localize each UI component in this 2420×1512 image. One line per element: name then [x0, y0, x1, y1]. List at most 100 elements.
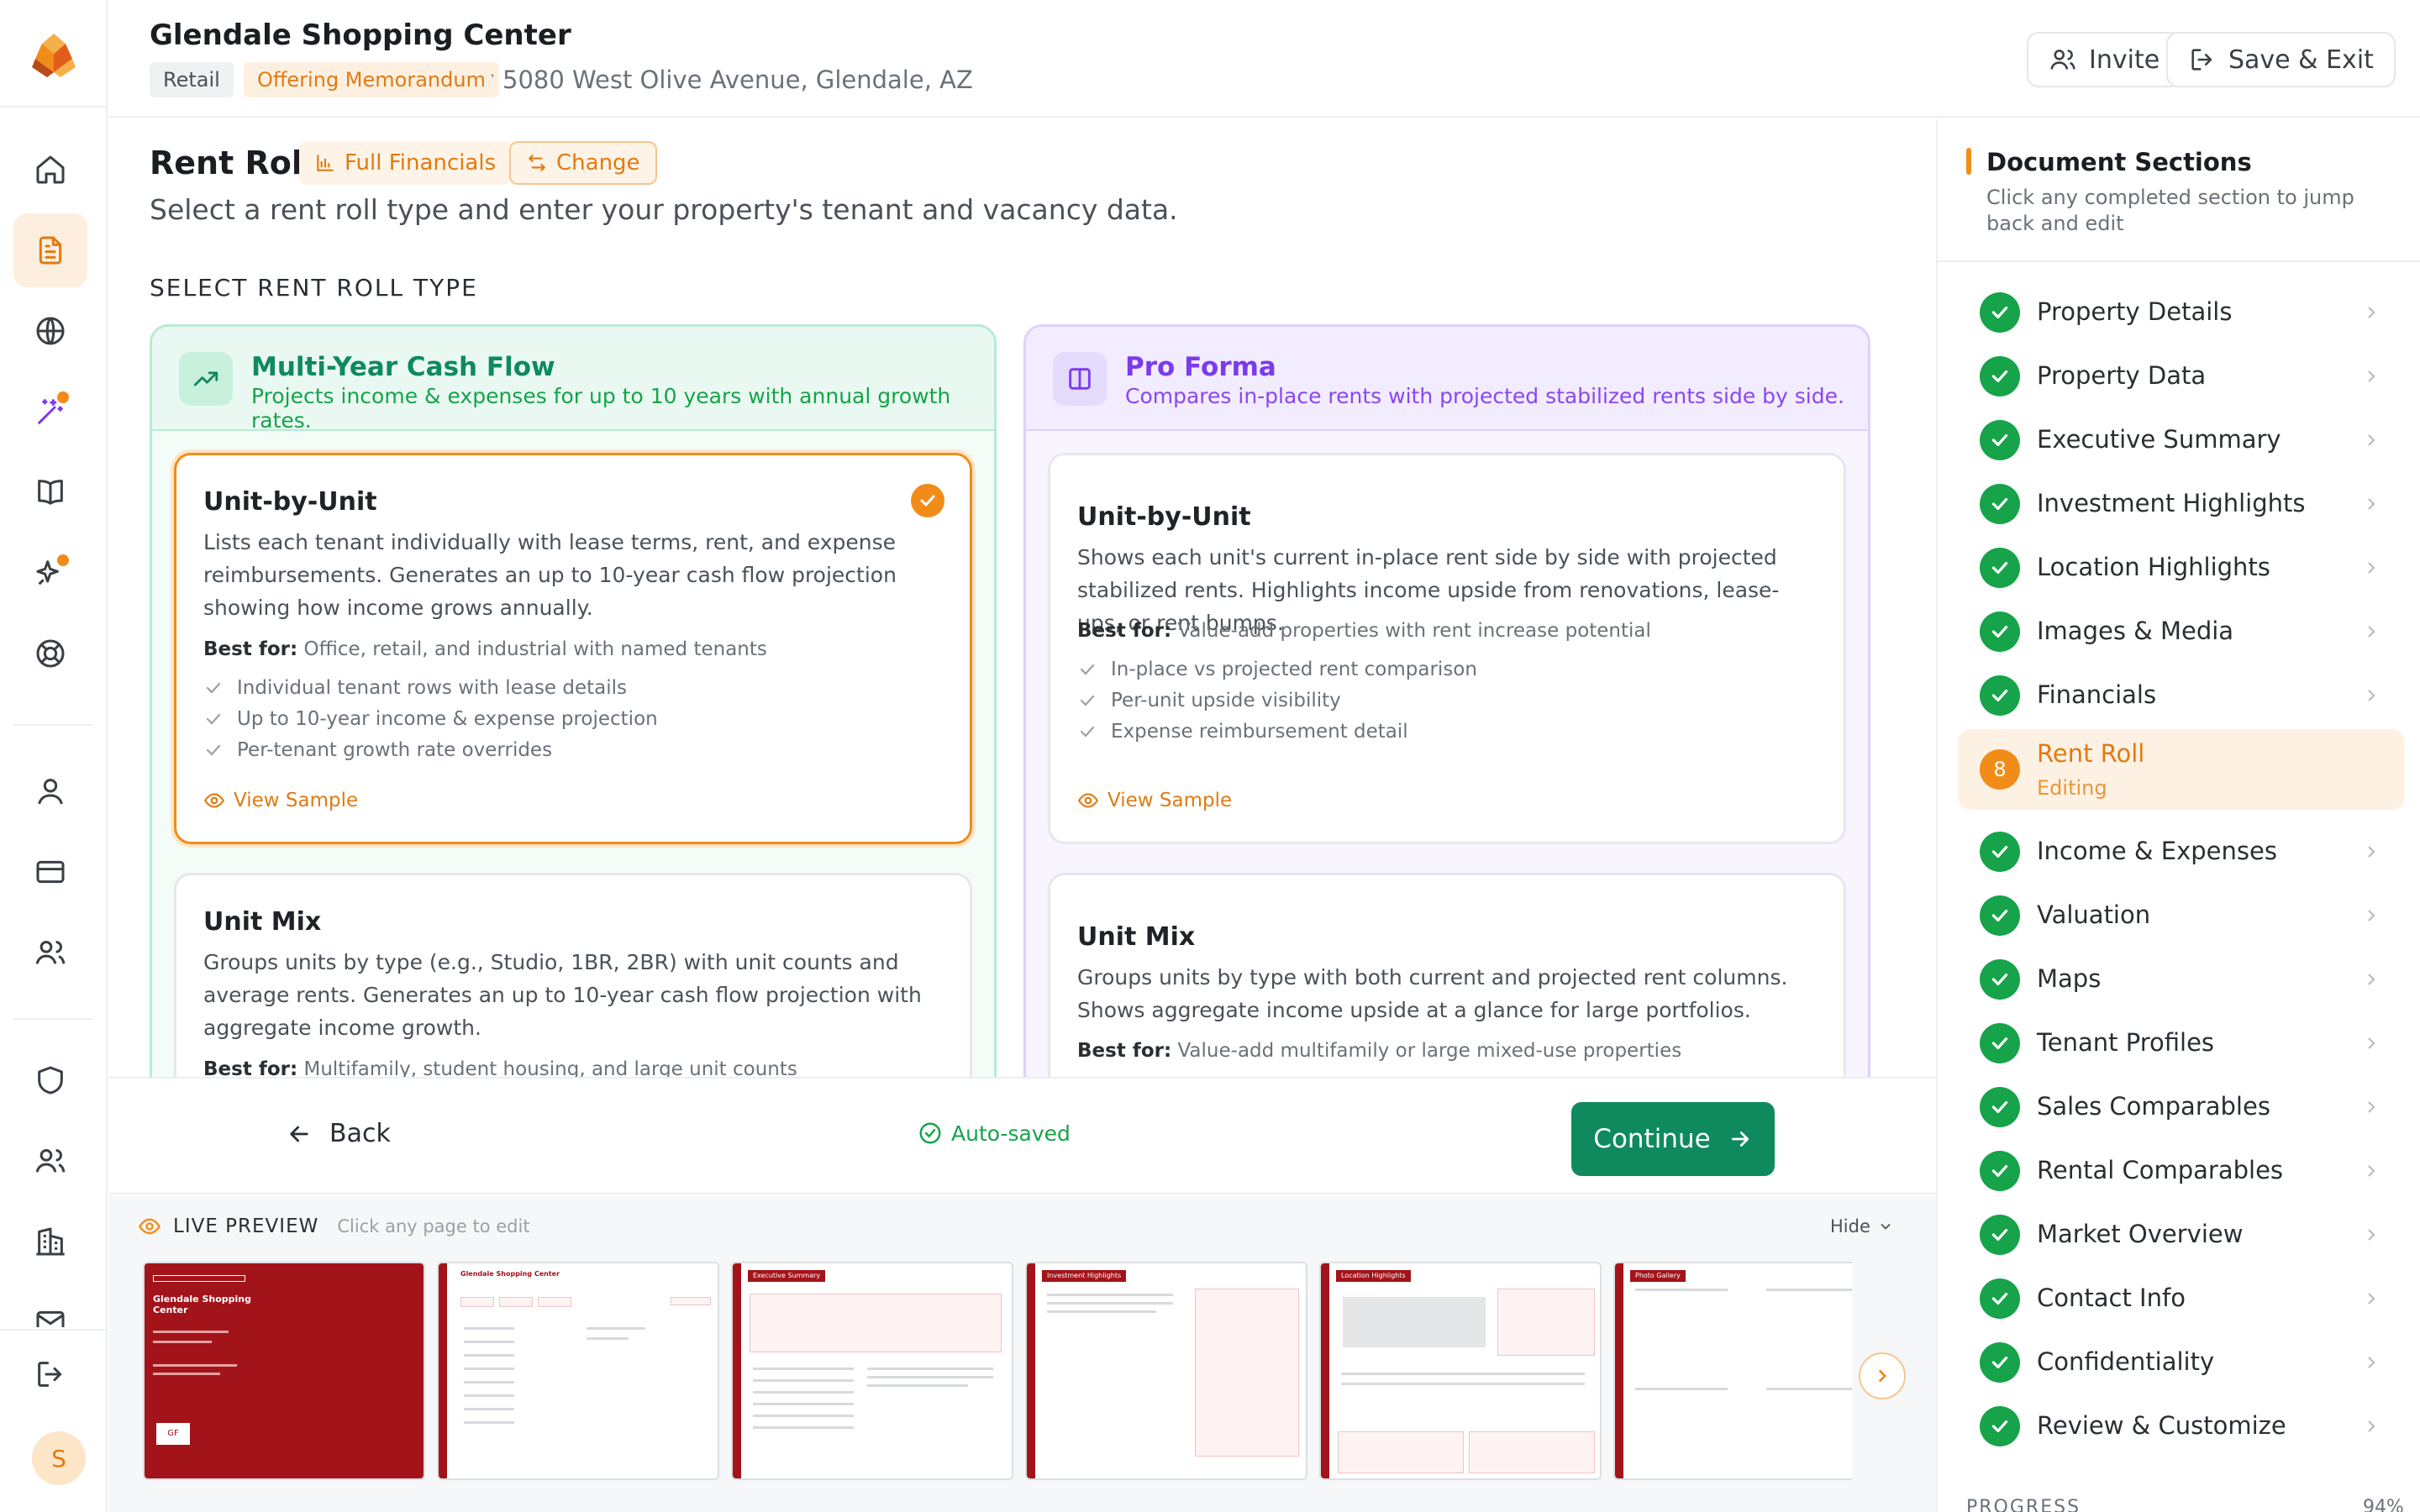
change-button[interactable]: Change [509, 141, 657, 185]
preview-page-photo-gallery[interactable]: Photo Gallery [1613, 1262, 1852, 1480]
unit-by-unit-card[interactable]: Unit-by-Unit Lists each tenant individua… [174, 453, 972, 844]
save-exit-button[interactable]: Save & Exit [2166, 32, 2396, 87]
mail-icon[interactable] [13, 1294, 87, 1327]
section-item-sales-comparables[interactable]: Sales Comparables [1958, 1075, 2405, 1139]
view-sample-link[interactable]: View Sample [203, 790, 358, 811]
best-for: Best for: Office, retail, and industrial… [203, 638, 767, 660]
card-title: Unit-by-Unit [1077, 502, 1251, 532]
chevron-right-icon [2368, 307, 2375, 318]
page-header-tag: Executive Summary [748, 1270, 826, 1282]
action-bar: Back Auto-saved Continue [109, 1077, 1936, 1194]
avatar[interactable]: S [32, 1431, 86, 1485]
section-item-location-highlights[interactable]: Location Highlights [1958, 536, 2405, 600]
live-preview-hint: Click any page to edit [337, 1216, 530, 1236]
feature-item: Individual tenant rows with lease detail… [203, 672, 658, 703]
left-nav-rail: S [0, 0, 108, 1512]
swap-icon [529, 155, 545, 171]
page-line [464, 1368, 514, 1370]
section-item-images-media[interactable]: Images & Media [1958, 600, 2405, 664]
section-item-valuation[interactable]: Valuation [1958, 884, 2405, 948]
best-for: Best for: Value-add properties with rent… [1077, 620, 1651, 642]
section-item-contact-info[interactable]: Contact Info [1958, 1267, 2405, 1331]
invite-label: Invite [2089, 45, 2160, 75]
sidebar-title: Document Sections [1986, 148, 2252, 176]
support-icon[interactable] [13, 617, 87, 690]
user-icon[interactable] [13, 754, 87, 828]
book-icon[interactable] [13, 455, 87, 529]
section-name: Property Data [2037, 361, 2207, 390]
best-for-label: Best for: [1077, 620, 1172, 642]
view-sample-link[interactable]: View Sample [1077, 790, 1232, 811]
section-item-property-details[interactable]: Property Details [1958, 281, 2405, 344]
autosave-label: Auto-saved [951, 1121, 1071, 1146]
chevron-right-icon [2368, 1101, 2375, 1113]
logout-icon[interactable] [13, 1337, 87, 1411]
page-line [867, 1384, 968, 1387]
section-item-financials[interactable]: Financials [1958, 664, 2405, 727]
chevron-right-icon [2368, 1357, 2375, 1368]
home-icon[interactable] [13, 133, 87, 207]
page-line [867, 1368, 993, 1370]
continue-button[interactable]: Continue [1571, 1102, 1775, 1176]
sparkle-icon[interactable] [13, 536, 87, 610]
hide-preview-button[interactable]: Hide [1830, 1216, 1894, 1236]
cover-logo-badge: GF [156, 1423, 190, 1445]
check-circle-icon [1980, 832, 2020, 872]
section-item-property-data[interactable]: Property Data [1958, 344, 2405, 408]
page-line [464, 1327, 514, 1330]
multi-year-cash-flow-option: Multi-Year Cash Flow Projects income & e… [150, 324, 997, 1077]
chevron-right-icon [2368, 1293, 2375, 1305]
page-line [1635, 1289, 1728, 1291]
section-item-rental-comparables[interactable]: Rental Comparables [1958, 1139, 2405, 1203]
section-name: Sales Comparables [2037, 1092, 2270, 1121]
page-line [1766, 1289, 1852, 1291]
section-item-rent-roll[interactable]: 8 Rent Roll Editing [1958, 729, 2405, 810]
app-logo[interactable] [29, 30, 79, 81]
section-item-review-customize[interactable]: Review & Customize [1958, 1394, 2405, 1458]
back-button[interactable]: Back [286, 1119, 391, 1148]
credit-card-icon[interactable] [13, 835, 87, 909]
preview-page-toc[interactable]: Glendale Shopping Center [437, 1262, 719, 1480]
section-name: Income & Expenses [2037, 837, 2277, 865]
section-name: Tenant Profiles [2037, 1028, 2215, 1057]
chevron-right-icon [2368, 434, 2375, 446]
building-icon[interactable] [13, 1205, 87, 1278]
page-strip [1027, 1263, 1035, 1478]
unit-by-unit-card[interactable]: Unit-by-Unit Shows each unit's current i… [1048, 453, 1846, 844]
globe-icon[interactable] [13, 294, 87, 368]
cover-line [153, 1364, 237, 1367]
users-icon[interactable] [13, 1124, 87, 1198]
unit-mix-card[interactable]: Unit Mix Groups units by type with both … [1048, 873, 1846, 1077]
section-item-income-expenses[interactable]: Income & Expenses [1958, 820, 2405, 884]
section-item-executive-summary[interactable]: Executive Summary [1958, 408, 2405, 472]
chevron-right-icon [2368, 846, 2375, 858]
shield-icon[interactable] [13, 1043, 87, 1117]
chevron-right-icon [2368, 370, 2375, 382]
eye-icon [138, 1218, 161, 1235]
page-title: Rent Roll [150, 144, 313, 181]
preview-page-cover[interactable]: Glendale Shopping Center GF [143, 1262, 425, 1480]
section-item-market-overview[interactable]: Market Overview [1958, 1203, 2405, 1267]
preview-page-investment-highlights[interactable]: Investment Highlights [1025, 1262, 1307, 1480]
magic-wand-icon[interactable] [13, 375, 87, 449]
unit-mix-card[interactable]: Unit Mix Groups units by type (e.g., Stu… [174, 873, 972, 1077]
document-icon[interactable] [13, 213, 87, 287]
page-line [464, 1408, 514, 1410]
section-item-tenant-profiles[interactable]: Tenant Profiles [1958, 1011, 2405, 1075]
check-icon [1080, 664, 1095, 675]
cover-label-box [153, 1275, 245, 1282]
team-icon[interactable] [13, 916, 87, 990]
page-line [753, 1391, 854, 1394]
preview-page-location-highlights[interactable]: Location Highlights [1319, 1262, 1602, 1480]
check-icon [206, 744, 221, 756]
invite-button[interactable]: Invite [2027, 32, 2182, 87]
preview-next-button[interactable] [1859, 1352, 1906, 1399]
section-item-maps[interactable]: Maps [1958, 948, 2405, 1011]
preview-page-executive-summary[interactable]: Executive Summary [731, 1262, 1013, 1480]
hide-label: Hide [1830, 1216, 1870, 1236]
section-name: Maps [2037, 964, 2102, 993]
section-item-confidentiality[interactable]: Confidentiality [1958, 1331, 2405, 1394]
stats-block [1469, 1431, 1595, 1473]
page-subtitle: Select a rent roll type and enter your p… [150, 193, 1178, 226]
section-item-investment-highlights[interactable]: Investment Highlights [1958, 472, 2405, 536]
